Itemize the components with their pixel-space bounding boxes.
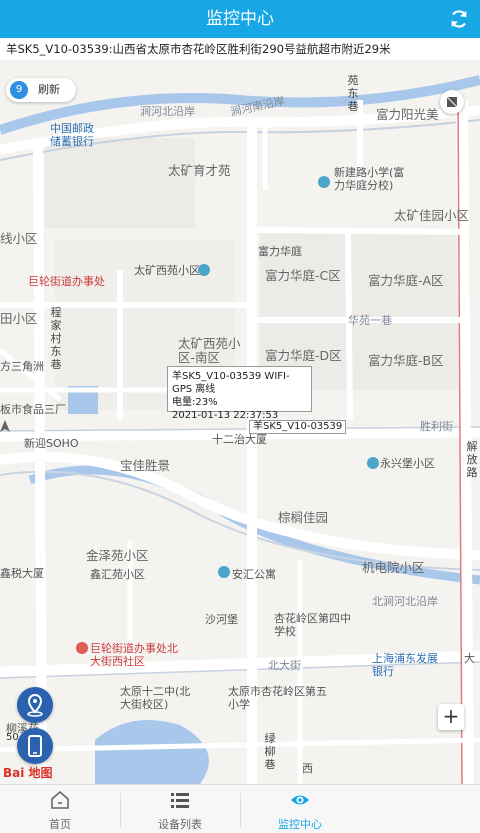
locate-me-button[interactable] <box>17 687 53 723</box>
app-header: 监控中心 <box>0 0 480 38</box>
poi-label: 鑫汇苑小区 <box>90 568 145 581</box>
poi-label: 富力阳光美 <box>376 107 439 122</box>
map-layer-button[interactable] <box>440 90 464 114</box>
tab-home[interactable]: 首页 <box>0 785 120 833</box>
poi-label: 金泽苑小区 <box>86 548 149 563</box>
poi-pin <box>198 264 210 276</box>
poi-label: 太原十二中(北大街校区) <box>120 685 191 711</box>
poi-label: 太矿西苑小区-南区 <box>178 336 241 365</box>
phone-icon <box>28 735 42 757</box>
poi-label: 新建路小学(富力华庭分校) <box>334 166 405 192</box>
poi-label: 太矿西苑小区 <box>134 264 200 277</box>
device-info-popup: 羊SK5_V10-03539 WIFI-GPS 离线 电量:23% 2021-0… <box>167 366 312 421</box>
poi-label: 方三角洲 <box>0 360 44 373</box>
poi-label: 田小区 <box>0 311 38 326</box>
road-label: 绿柳巷 <box>264 732 276 771</box>
road-label: 北涧河北沿岸 <box>372 595 438 608</box>
poi-label: 太原市杏花岭区第五小学 <box>228 685 327 711</box>
poi-label: 大 <box>464 652 475 665</box>
poi-label: 富力华庭-B区 <box>368 353 444 368</box>
road-label: 解放路 <box>466 440 478 479</box>
poi-label: 鑫税大厦 <box>0 567 44 580</box>
map-scale: 50 <box>6 732 19 743</box>
road-label: 程家村东巷 <box>50 306 62 371</box>
poi-label: 太矿佳园小区 <box>394 208 470 223</box>
tab-label: 首页 <box>49 818 71 831</box>
poi-label: 线小区 <box>0 231 38 246</box>
poi-pin <box>318 176 330 188</box>
map-refresh-button[interactable]: 9 刷新 <box>6 78 76 102</box>
poi-label: 板市食品三厂 <box>0 403 66 416</box>
road-label: 苑东巷 <box>347 74 359 113</box>
road-label: 北大街 <box>268 659 301 672</box>
poi-label: 巨轮街道办事处 <box>28 275 105 288</box>
layers-icon <box>446 96 458 108</box>
tab-label: 监控中心 <box>278 818 322 831</box>
poi-label: 巨轮街道办事处北大街西社区 <box>90 642 178 668</box>
baidu-map-logo: Bai 地图 <box>3 766 53 780</box>
locate-device-button[interactable] <box>17 728 53 764</box>
road-label: 胜利街 <box>420 420 453 433</box>
device-address: 羊SK5_V10-03539:山西省太原市杏花岭区胜利街290号益航超市附近29… <box>0 38 480 60</box>
poi-label: 杏花岭区第四中学校 <box>274 612 351 638</box>
tab-monitor-center[interactable]: 监控中心 <box>240 785 360 833</box>
poi-label: 机电院小区 <box>362 560 425 575</box>
popup-battery: 电量:23% <box>172 397 218 408</box>
refresh-label: 刷新 <box>38 83 60 96</box>
poi-label: 中国邮政储蓄银行 <box>50 122 94 148</box>
page-title: 监控中心 <box>206 9 274 29</box>
device-name-tag[interactable]: 羊SK5_V10-03539 <box>249 420 347 434</box>
poi-label: 富力华庭-D区 <box>265 348 342 363</box>
popup-device-status: 羊SK5_V10-03539 WIFI-GPS 离线 <box>172 371 290 395</box>
poi-label: 富力华庭-C区 <box>265 268 341 283</box>
poi-label: 宝佳胜景 <box>120 458 171 473</box>
refresh-countdown-badge: 9 <box>10 81 28 99</box>
bottom-tab-bar: 首页 设备列表 监控中心 <box>0 784 480 833</box>
poi-label: 安汇公寓 <box>232 568 276 581</box>
list-icon <box>171 793 189 808</box>
road-label: 华苑一巷 <box>348 314 392 327</box>
poi-label: 上海浦东发展银行 <box>372 652 438 678</box>
device-location-marker-icon[interactable] <box>0 420 10 432</box>
map-view[interactable]: 涧河北沿岸 涧河南沿岸 苑东巷 富力阳光美 中国邮政储蓄银行 太矿育才苑 新建路… <box>0 60 480 784</box>
eye-icon <box>291 795 309 805</box>
tab-label: 设备列表 <box>158 818 202 831</box>
zoom-in-button[interactable]: + <box>438 704 464 730</box>
poi-pin <box>218 566 230 578</box>
refresh-icon[interactable] <box>448 8 470 30</box>
poi-label: 富力华庭-A区 <box>368 273 444 288</box>
poi-label: 新迎SOHO <box>24 437 79 450</box>
road-label: 涧河北沿岸 <box>140 105 195 118</box>
poi-pin <box>76 642 88 654</box>
poi-label: 棕榈佳园 <box>278 510 329 525</box>
poi-label: 富力华庭 <box>258 245 302 258</box>
poi-pin <box>367 457 379 469</box>
poi-label: 西 <box>302 762 313 775</box>
poi-label: 沙河堡 <box>205 613 238 626</box>
location-pin-icon <box>27 693 43 717</box>
tab-device-list[interactable]: 设备列表 <box>120 785 240 833</box>
home-icon <box>51 791 69 809</box>
poi-label: 太矿育才苑 <box>168 163 231 178</box>
poi-label: 永兴堡小区 <box>380 457 435 470</box>
